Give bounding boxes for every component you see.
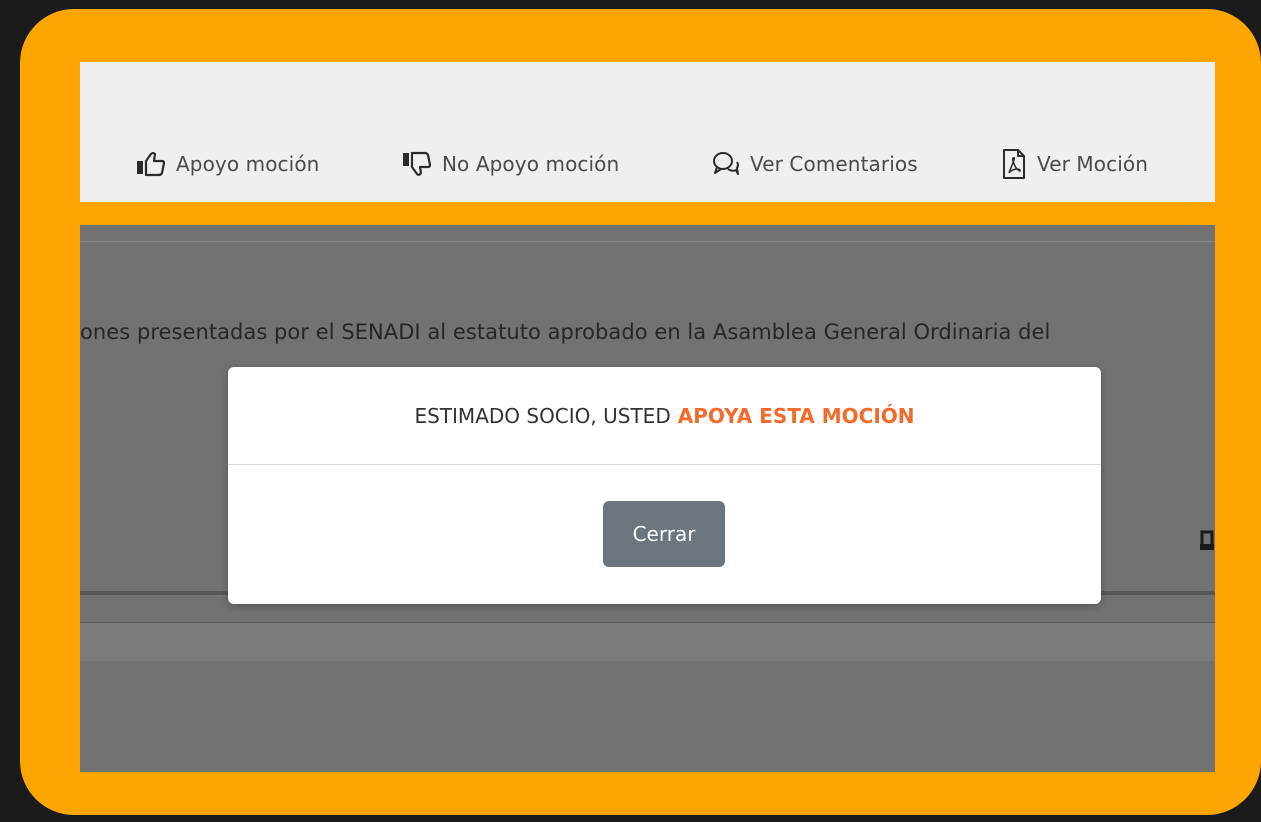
not-support-motion-label: No Apoyo moción bbox=[442, 152, 620, 176]
not-support-motion-button[interactable]: No Apoyo moción bbox=[402, 146, 619, 182]
view-motion-button[interactable]: Ver Moción bbox=[1001, 146, 1148, 182]
support-motion-label: Apoyo moción bbox=[176, 152, 320, 176]
download-icon[interactable] bbox=[1200, 530, 1214, 550]
view-motion-label: Ver Moción bbox=[1037, 152, 1148, 176]
thumbs-down-icon bbox=[402, 151, 432, 177]
support-motion-button[interactable]: Apoyo moción bbox=[136, 146, 319, 182]
confirmation-modal: ESTIMADO SOCIO, USTED APOYA ESTA MOCIÓN … bbox=[228, 367, 1101, 604]
divider bbox=[80, 241, 1215, 242]
motion-description-text: ones presentadas por el SENADI al estatu… bbox=[80, 320, 1051, 344]
background-row bbox=[80, 622, 1215, 661]
pdf-file-icon bbox=[1001, 148, 1027, 180]
modal-message-highlight: APOYA ESTA MOCIÓN bbox=[677, 403, 915, 428]
modal-body: Cerrar bbox=[228, 465, 1101, 603]
modal-message: ESTIMADO SOCIO, USTED bbox=[414, 403, 671, 428]
view-comments-button[interactable]: Ver Comentarios bbox=[712, 146, 918, 182]
comments-icon bbox=[712, 150, 740, 178]
view-comments-label: Ver Comentarios bbox=[750, 152, 918, 176]
thumbs-up-icon bbox=[136, 151, 166, 177]
modal-header: ESTIMADO SOCIO, USTED APOYA ESTA MOCIÓN bbox=[228, 367, 1101, 465]
close-button[interactable]: Cerrar bbox=[603, 501, 725, 567]
motion-toolbar: Apoyo moción No Apoyo moción Ver Comenta… bbox=[80, 62, 1215, 202]
